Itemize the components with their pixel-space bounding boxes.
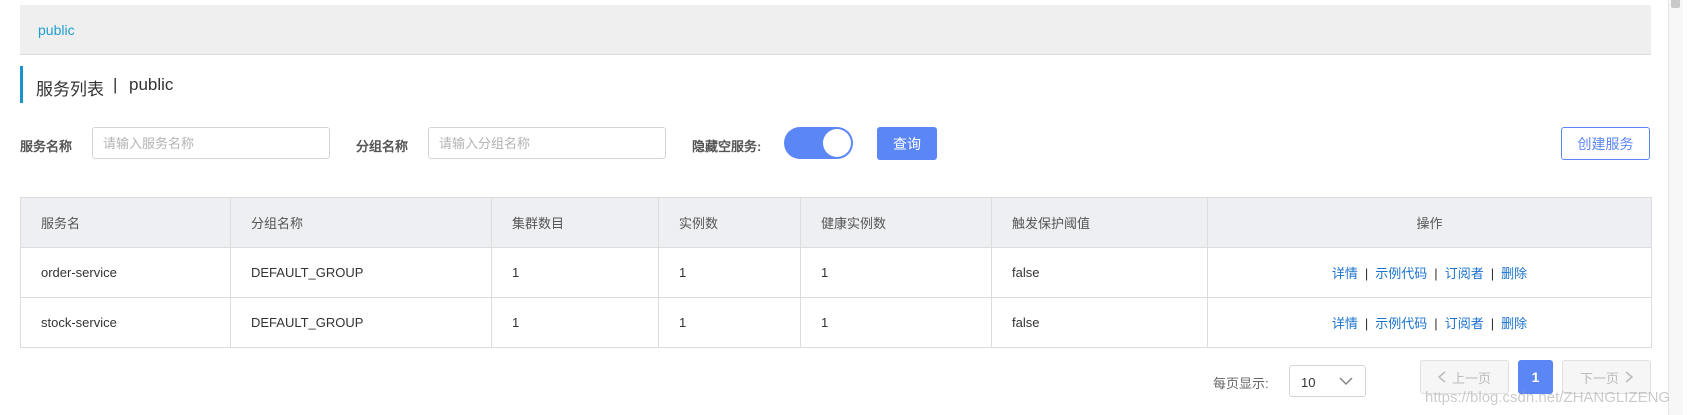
chevron-right-icon [1625, 371, 1633, 383]
service-name-input[interactable] [92, 127, 330, 159]
cell-service-name: stock-service [20, 297, 231, 348]
namespace-tab-public[interactable]: public [38, 22, 75, 38]
delete-link[interactable]: 删除 [1501, 266, 1527, 281]
cell-instance-count: 1 [658, 247, 801, 298]
title-namespace: public [129, 75, 174, 94]
scrollbar-thumb[interactable] [1671, 0, 1680, 8]
cell-protect-threshold: false [991, 247, 1208, 298]
table-row: order-service DEFAULT_GROUP 1 1 1 false … [20, 247, 1652, 298]
next-page-label: 下一页 [1579, 370, 1619, 386]
page-title: 服务列表 | public [20, 66, 173, 103]
watermark: https://blog.csdn.net/ZHANGLIZENG [1425, 389, 1671, 406]
op-separator: | [1434, 266, 1438, 281]
op-separator: | [1434, 316, 1438, 331]
cell-cluster-count: 1 [491, 247, 659, 298]
op-separator: | [1490, 266, 1495, 281]
toggle-knob [823, 129, 851, 157]
group-name-label: 分组名称 [356, 139, 409, 154]
cell-healthy-count: 1 [800, 297, 992, 348]
cell-protect-threshold: false [991, 297, 1208, 348]
header-cluster-count: 集群数目 [491, 197, 659, 248]
vertical-scrollbar[interactable] [1668, 0, 1683, 415]
chevron-down-icon [1339, 377, 1353, 386]
header-operations: 操作 [1207, 197, 1652, 248]
service-name-label: 服务名称 [20, 139, 73, 154]
service-table: 服务名 分组名称 集群数目 实例数 健康实例数 触发保护阈值 操作 order-… [20, 197, 1652, 348]
group-name-input[interactable] [428, 127, 666, 159]
page-title-text: 服务列表 [36, 80, 104, 99]
op-separator: | [1490, 316, 1495, 331]
chevron-left-icon [1437, 371, 1446, 383]
detail-link[interactable]: 详情 [1332, 266, 1358, 281]
subscribers-link[interactable]: 订阅者 [1445, 266, 1484, 281]
cell-cluster-count: 1 [491, 297, 659, 348]
cell-operations: 详情 | 示例代码 | 订阅者 | 删除 [1207, 247, 1652, 298]
sample-code-link[interactable]: 示例代码 [1375, 266, 1427, 281]
per-page-select[interactable]: 10 [1289, 365, 1366, 397]
op-separator: | [1364, 266, 1369, 281]
cell-group-name: DEFAULT_GROUP [230, 247, 492, 298]
detail-link[interactable]: 详情 [1332, 316, 1358, 331]
header-healthy-count: 健康实例数 [800, 197, 992, 248]
subscribers-link[interactable]: 订阅者 [1445, 316, 1484, 331]
header-service-name: 服务名 [20, 197, 231, 248]
delete-link[interactable]: 删除 [1501, 316, 1527, 331]
sample-code-link[interactable]: 示例代码 [1375, 316, 1427, 331]
header-group-name: 分组名称 [230, 197, 492, 248]
header-instance-count: 实例数 [658, 197, 801, 248]
prev-page-label: 上一页 [1451, 370, 1491, 386]
table-header-row: 服务名 分组名称 集群数目 实例数 健康实例数 触发保护阈值 操作 [20, 197, 1652, 248]
per-page-label: 每页显示: [1213, 376, 1269, 391]
cell-service-name: order-service [20, 247, 231, 298]
namespace-bar: public [20, 5, 1651, 55]
cell-healthy-count: 1 [800, 247, 992, 298]
cell-operations: 详情 | 示例代码 | 订阅者 | 删除 [1207, 297, 1652, 348]
query-button[interactable]: 查询 [877, 127, 937, 160]
header-protect-threshold: 触发保护阈值 [991, 197, 1208, 248]
table-row: stock-service DEFAULT_GROUP 1 1 1 false … [20, 297, 1652, 348]
title-separator: | [113, 75, 118, 94]
hide-empty-toggle[interactable] [784, 127, 853, 159]
hide-empty-label: 隐藏空服务: [692, 139, 762, 154]
op-separator: | [1364, 316, 1369, 331]
per-page-value: 10 [1301, 375, 1316, 390]
cell-group-name: DEFAULT_GROUP [230, 297, 492, 348]
cell-instance-count: 1 [658, 297, 801, 348]
create-service-button[interactable]: 创建服务 [1561, 127, 1650, 160]
